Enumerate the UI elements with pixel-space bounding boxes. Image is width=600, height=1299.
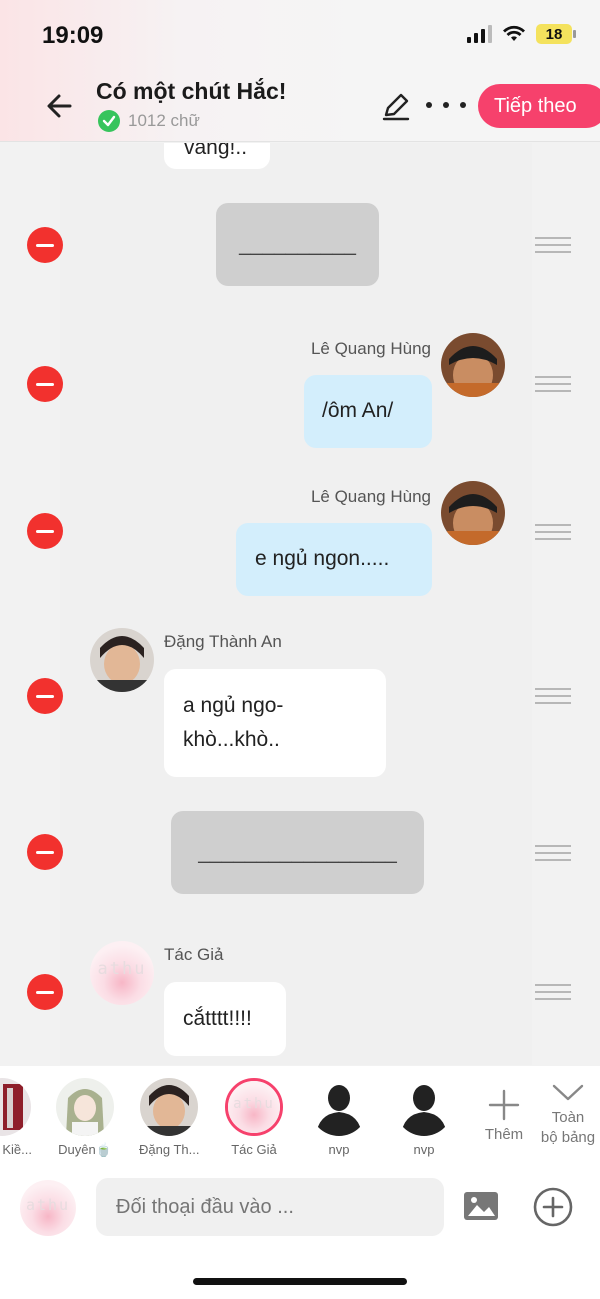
message-row: __________ [0, 203, 600, 287]
message-text-line: a ngủ ngo- [183, 694, 284, 717]
character-bar: Kiề... Duyên🍵 Đặng Th... athu Tác Giả nv… [0, 1066, 600, 1166]
add-character-button[interactable]: Thêm [478, 1088, 530, 1143]
speaker-name: Đặng Thành An [164, 632, 282, 651]
story-title: Có một chút Hắc! [96, 78, 287, 104]
message-bubble[interactable]: a ngủ ngo- khò...khò.. [164, 669, 386, 777]
remove-message-button[interactable] [27, 834, 63, 870]
character-label: Tác Giả [231, 1142, 277, 1157]
character-item[interactable]: Kiề... [0, 1078, 32, 1157]
remove-message-button[interactable] [27, 227, 63, 263]
drag-handle[interactable] [535, 984, 571, 1000]
dialogue-input[interactable] [96, 1178, 444, 1236]
speaker-name: Tác Giả [164, 945, 224, 964]
character-avatar [56, 1078, 114, 1136]
message-text-line: khò...khò.. [183, 728, 280, 751]
speaker-name: Lê Quang Hùng [310, 487, 431, 506]
remove-message-button[interactable] [27, 366, 63, 402]
character-item[interactable]: Duyên🍵 [55, 1078, 115, 1158]
divider-text: _________________ [198, 841, 397, 864]
character-label: Đặng Th... [139, 1142, 199, 1157]
drag-handle[interactable] [535, 376, 571, 392]
character-avatar: athu [225, 1078, 283, 1136]
home-indicator [193, 1278, 407, 1285]
image-icon[interactable] [462, 1190, 500, 1222]
divider-bubble[interactable]: __________ [216, 203, 379, 286]
avatar-le-quang-hung[interactable] [441, 333, 505, 397]
message-text: /ôm An/ [322, 399, 394, 422]
person-silhouette-icon [395, 1078, 453, 1136]
avatar-tac-gia[interactable]: athu [90, 941, 154, 1005]
chevron-down-icon [552, 1084, 584, 1101]
remove-message-button[interactable] [27, 513, 63, 549]
all-board-label: bộ bảng [540, 1129, 596, 1146]
message-row: athu Tác Giả cắtttt!!!! [0, 941, 600, 1065]
status-time: 19:09 [42, 22, 104, 49]
message-text: cắtttt!!!! [183, 1007, 252, 1030]
message-row: _________________ [0, 811, 600, 895]
next-button[interactable]: Tiếp theo [478, 84, 600, 128]
divider-text: __________ [239, 233, 356, 256]
all-board-label: Toàn [551, 1109, 585, 1126]
remove-message-button[interactable] [27, 974, 63, 1010]
chat-list[interactable]: vâng!.. __________ Lê Quang Hùng /ôm An/… [0, 143, 600, 1065]
edit-icon[interactable] [380, 90, 412, 122]
drag-handle[interactable] [535, 845, 571, 861]
speaker-name: Lê Quang Hùng [310, 339, 431, 358]
top-bar: 19:09 18 Có một chút Hắc! 1012 chữ Tiếp … [0, 0, 600, 142]
character-avatar [140, 1078, 198, 1136]
back-arrow-icon[interactable] [40, 86, 80, 126]
character-label: Kiề... [2, 1142, 32, 1157]
word-count-label: 1012 chữ [128, 111, 200, 130]
status-icons: 18 [467, 24, 576, 44]
message-text: e ngủ ngon..... [255, 547, 390, 570]
check-icon [98, 110, 120, 132]
message-bubble[interactable]: vâng!.. [164, 143, 270, 169]
avatar-le-quang-hung[interactable] [441, 481, 505, 545]
message-row: vâng!.. [0, 143, 600, 173]
message-row: Lê Quang Hùng /ôm An/ [0, 333, 600, 453]
avatar-dang-thanh-an[interactable] [90, 628, 154, 692]
message-bubble[interactable]: e ngủ ngon..... [236, 523, 432, 596]
battery-indicator: 18 [536, 24, 576, 44]
drag-handle[interactable] [535, 688, 571, 704]
current-speaker-avatar[interactable]: athu [20, 1180, 76, 1236]
plus-icon [488, 1089, 520, 1121]
drag-handle[interactable] [535, 524, 571, 540]
message-text: vâng!.. [184, 143, 248, 159]
character-item-selected[interactable]: athu Tác Giả [224, 1078, 284, 1157]
character-label: nvp [413, 1142, 435, 1157]
message-bubble[interactable]: cắtttt!!!! [164, 982, 286, 1056]
message-bubble[interactable]: /ôm An/ [304, 375, 432, 448]
add-character-label: Thêm [484, 1126, 524, 1143]
remove-message-button[interactable] [27, 678, 63, 714]
drag-handle[interactable] [535, 237, 571, 253]
add-circle-icon[interactable] [532, 1186, 574, 1228]
message-row: Lê Quang Hùng e ngủ ngon..... [0, 481, 600, 601]
more-options-icon[interactable] [426, 93, 466, 117]
character-label: Duyên🍵 [58, 1142, 112, 1157]
word-count: 1012 chữ [98, 110, 200, 132]
character-item[interactable]: nvp [309, 1078, 369, 1157]
all-board-button[interactable]: Toàn bộ bảng [536, 1082, 600, 1148]
signal-icon [467, 25, 492, 43]
divider-bubble[interactable]: _________________ [171, 811, 424, 894]
person-silhouette-icon [310, 1078, 368, 1136]
character-item[interactable]: Đặng Th... [139, 1078, 199, 1157]
character-avatar [0, 1078, 31, 1136]
character-item[interactable]: nvp [394, 1078, 454, 1157]
wifi-icon [503, 25, 525, 41]
message-row: Đặng Thành An a ngủ ngo- khò...khò.. [0, 628, 600, 778]
character-label: nvp [328, 1142, 350, 1157]
